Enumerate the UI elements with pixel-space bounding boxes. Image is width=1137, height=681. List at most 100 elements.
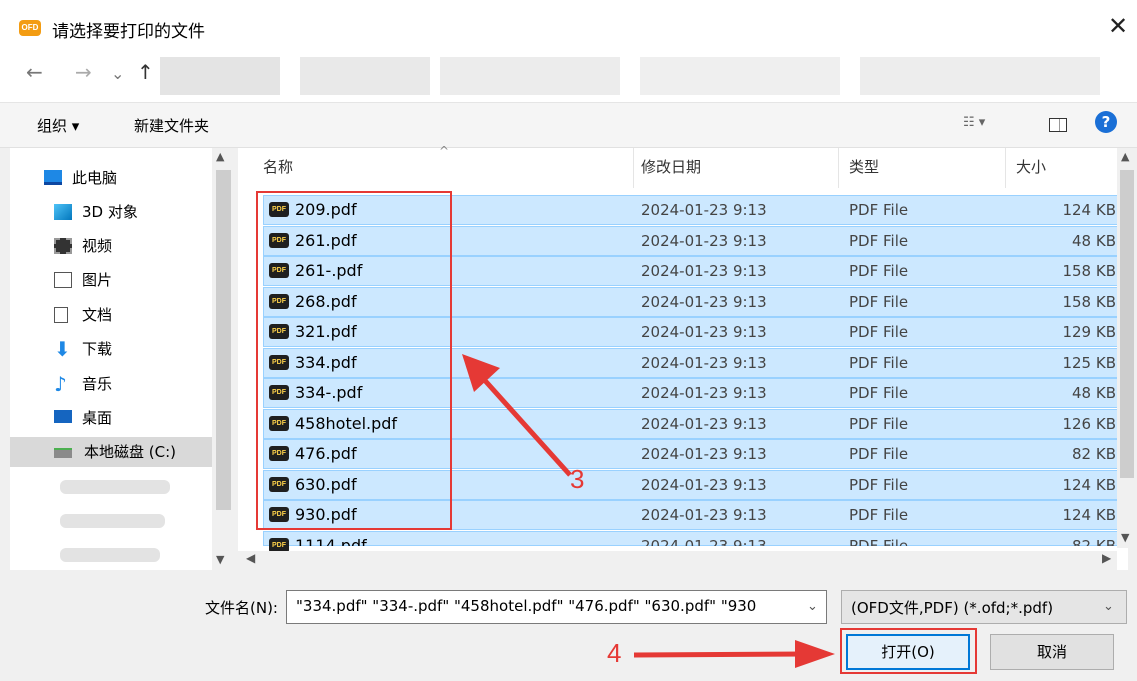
file-type: PDF File [849, 476, 909, 494]
file-date: 2024-01-23 9:13 [641, 232, 767, 250]
arrow-annotation-4 [633, 640, 835, 668]
sidebar-item-this-pc[interactable]: 此电脑 [44, 163, 219, 193]
file-type: PDF File [849, 262, 909, 280]
file-type: PDF File [849, 323, 909, 341]
file-size: 124 KB [1062, 201, 1116, 219]
file-type: PDF File [849, 354, 909, 372]
scroll-up-icon[interactable]: ▲ [216, 150, 224, 163]
file-scroll-thumb[interactable] [1120, 170, 1134, 478]
scroll-right-icon[interactable]: ▶ [1102, 551, 1111, 565]
up-arrow-icon[interactable]: ↑ [137, 60, 154, 84]
blurred-path [640, 57, 840, 95]
blurred-item [60, 548, 160, 562]
cancel-button[interactable]: 取消 [990, 634, 1114, 670]
blurred-path [440, 57, 620, 95]
recent-locations-icon[interactable]: ⌄ [111, 64, 124, 83]
sidebar-item-documents[interactable]: 文档 [54, 300, 229, 330]
scroll-down-icon[interactable]: ▼ [216, 553, 224, 566]
file-size: 126 KB [1062, 415, 1116, 433]
file-type-value[interactable]: (OFD文件,PDF) (*.ofd;*.pdf) [851, 597, 1053, 618]
column-header-date[interactable]: 修改日期 [641, 156, 701, 177]
blurred-path [160, 57, 280, 95]
column-header-type[interactable]: 类型 [849, 156, 879, 177]
close-icon[interactable]: ✕ [1106, 12, 1130, 40]
filename-value[interactable]: "334.pdf" "334-.pdf" "458hotel.pdf" "476… [296, 597, 801, 615]
file-open-dialog: OFD 请选择要打印的文件 ✕ ← → ⌄ ↑ 组织 ▾ 新建文件夹 ☷ ▾ ?… [0, 0, 1137, 681]
annotation-number-3: 3 [570, 464, 585, 494]
column-header-name[interactable]: 名称 [263, 156, 293, 177]
drive-icon [54, 448, 72, 458]
help-icon[interactable]: ? [1095, 111, 1117, 133]
file-date: 2024-01-23 9:13 [641, 445, 767, 463]
organize-menu[interactable]: 组织 ▾ [37, 115, 79, 136]
file-date: 2024-01-23 9:13 [641, 384, 767, 402]
file-size: 129 KB [1062, 323, 1116, 341]
file-type: PDF File [849, 506, 909, 524]
file-date: 2024-01-23 9:13 [641, 262, 767, 280]
sort-ascending-icon: ^ [439, 144, 450, 158]
sidebar-item-videos[interactable]: 视频 [54, 231, 229, 261]
sidebar-item-desktop[interactable]: 桌面 [54, 403, 229, 433]
forward-arrow-icon[interactable]: → [75, 60, 92, 84]
arrow-head [795, 640, 835, 668]
scroll-up-icon[interactable]: ▲ [1121, 150, 1129, 163]
sidebar-item-pictures[interactable]: 图片 [54, 265, 229, 295]
blurred-path [300, 57, 430, 95]
column-divider [838, 148, 839, 188]
file-list-scrollbar[interactable] [1117, 148, 1137, 548]
file-name: 1114.pdf [295, 536, 367, 546]
window-title: 请选择要打印的文件 [52, 22, 205, 42]
sidebar-item-local-disk[interactable]: 本地磁盘 (C:) [10, 437, 212, 467]
column-header-size[interactable]: 大小 [1016, 156, 1046, 177]
sidebar-item-3d-objects[interactable]: 3D 对象 [54, 197, 229, 227]
file-size: 82 KB [1072, 537, 1116, 546]
filename-label: 文件名(N): [205, 599, 278, 617]
new-folder-button[interactable]: 新建文件夹 [134, 115, 209, 136]
file-size: 48 KB [1072, 384, 1116, 402]
file-date: 2024-01-23 9:13 [641, 537, 767, 546]
scroll-left-icon[interactable]: ◀ [246, 551, 255, 565]
file-date: 2024-01-23 9:13 [641, 354, 767, 372]
sidebar-item-music[interactable]: ♪ 音乐 [54, 369, 229, 399]
blurred-item [60, 514, 165, 528]
file-type: PDF File [849, 201, 909, 219]
file-type: PDF File [849, 445, 909, 463]
selection-highlight-box [256, 191, 452, 530]
file-size: 158 KB [1062, 293, 1116, 311]
document-icon [54, 307, 68, 323]
arrow-annotation-3 [462, 354, 572, 477]
file-size: 124 KB [1062, 476, 1116, 494]
arrow-line [633, 651, 806, 658]
file-type: PDF File [849, 293, 909, 311]
file-size: 124 KB [1062, 506, 1116, 524]
ofd-app-icon: OFD [19, 20, 41, 36]
annotation-number-4: 4 [607, 638, 622, 668]
download-icon: ⬇ [54, 337, 71, 361]
blurred-item [60, 480, 170, 494]
view-options-icon[interactable]: ☷ ▾ [963, 115, 985, 130]
desktop-icon [54, 410, 72, 423]
arrow-line [478, 373, 572, 477]
music-icon: ♪ [54, 372, 67, 396]
preview-pane-icon[interactable] [1049, 118, 1067, 132]
file-size: 125 KB [1062, 354, 1116, 372]
sidebar-item-downloads[interactable]: ⬇ 下载 [54, 334, 229, 364]
file-type: PDF File [849, 384, 909, 402]
file-size: 48 KB [1072, 232, 1116, 250]
arrow-head [462, 354, 500, 392]
chevron-down-icon[interactable]: ⌄ [807, 599, 818, 614]
file-type: PDF File [849, 415, 909, 433]
open-button-highlight [840, 628, 977, 674]
picture-icon [54, 272, 72, 288]
horizontal-scrollbar[interactable] [235, 551, 1117, 570]
file-date: 2024-01-23 9:13 [641, 476, 767, 494]
chevron-down-icon[interactable]: ⌄ [1103, 599, 1114, 614]
back-arrow-icon[interactable]: ← [26, 60, 43, 84]
file-date: 2024-01-23 9:13 [641, 506, 767, 524]
file-type: PDF File [849, 537, 909, 546]
file-date: 2024-01-23 9:13 [641, 293, 767, 311]
blurred-search [860, 57, 1100, 95]
scroll-down-icon[interactable]: ▼ [1121, 531, 1129, 544]
file-date: 2024-01-23 9:13 [641, 323, 767, 341]
file-date: 2024-01-23 9:13 [641, 201, 767, 219]
